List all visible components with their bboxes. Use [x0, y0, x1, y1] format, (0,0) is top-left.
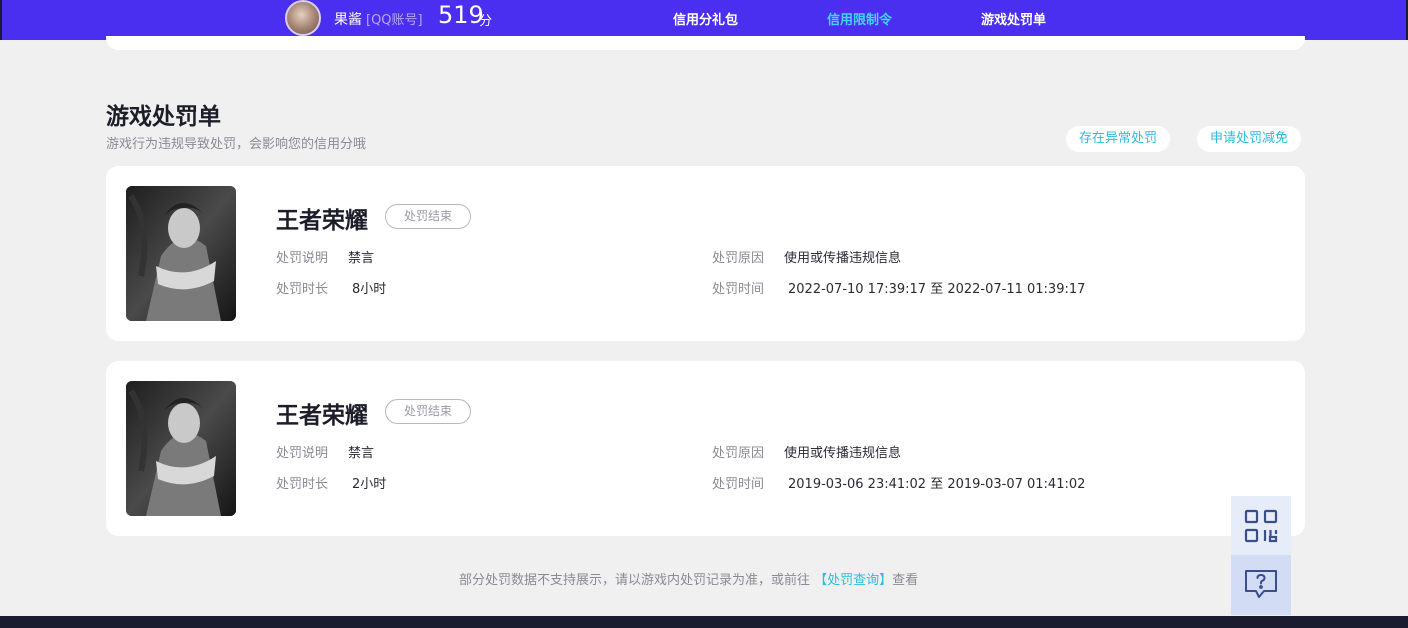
penalty-reason-label: 处罚原因: [712, 446, 765, 461]
penalty-reason-value: 使用或传播违规信息: [784, 251, 902, 266]
feedback-button[interactable]: [1231, 555, 1291, 615]
penalty-duration-value: 2小时: [352, 477, 387, 492]
account-type-tag: [QQ账号]: [366, 13, 423, 28]
penalty-duration-label: 处罚时长: [276, 477, 329, 492]
penalty-reason-label: 处罚原因: [712, 251, 765, 266]
penalty-time-label: 处罚时间: [712, 282, 765, 297]
penalty-time-label: 处罚时间: [712, 477, 765, 492]
penalty-desc-value: 禁言: [348, 251, 375, 266]
nav-credit-restriction[interactable]: 信用限制令: [827, 9, 892, 28]
footer-note-text: 部分处罚数据不支持展示，请以游戏内处罚记录为准，或前往: [459, 573, 811, 588]
penalty-duration-value: 8小时: [352, 282, 387, 297]
abnormal-penalty-button[interactable]: 存在异常处罚: [1066, 126, 1171, 152]
qr-code-button[interactable]: [1231, 496, 1291, 556]
bottom-bar: [0, 616, 1408, 628]
nav-credit-gift[interactable]: 信用分礼包: [673, 9, 738, 28]
penalty-query-link[interactable]: 【处罚查询】: [814, 573, 892, 588]
penalty-record-card: 王者荣耀 处罚结束 处罚说明 禁言 处罚原因 使用或传播违规信息 处罚时长 8小…: [106, 166, 1305, 341]
game-hero-image: [126, 381, 236, 516]
penalty-time-value: 2019-03-06 23:41:02 至 2019-03-07 01:41:0…: [788, 477, 1086, 492]
penalty-desc-label: 处罚说明: [276, 446, 329, 461]
section-title: 游戏处罚单: [106, 104, 221, 130]
penalty-duration-label: 处罚时长: [276, 282, 329, 297]
section-subtitle: 游戏行为违规导致处罚，会影响您的信用分哦: [106, 137, 367, 152]
penalty-desc-label: 处罚说明: [276, 251, 329, 266]
nav-game-penalty[interactable]: 游戏处罚单: [981, 9, 1046, 28]
qr-code-icon: [1244, 509, 1278, 543]
footer-note: 部分处罚数据不支持展示，请以游戏内处罚记录为准，或前往 【处罚查询】查看: [459, 569, 918, 588]
credit-score-unit: 分: [479, 14, 493, 29]
username: 果酱: [334, 12, 362, 28]
footer-note-suffix: 查看: [892, 573, 919, 588]
avatar[interactable]: [285, 0, 321, 36]
apply-reduction-button[interactable]: 申请处罚减免: [1197, 126, 1302, 152]
game-name: 王者荣耀: [276, 208, 368, 234]
game-hero-image: [126, 186, 236, 321]
penalty-desc-value: 禁言: [348, 446, 375, 461]
top-nav-bar: 果酱 [QQ账号] 519 分 信用分礼包 信用限制令 游戏处罚单: [0, 0, 1408, 40]
status-badge: 处罚结束: [385, 399, 471, 424]
previous-card-bottom: [106, 36, 1305, 50]
penalty-time-value: 2022-07-10 17:39:17 至 2022-07-11 01:39:1…: [788, 282, 1086, 297]
penalty-record-card: 王者荣耀 处罚结束 处罚说明 禁言 处罚原因 使用或传播违规信息 处罚时长 2小…: [106, 361, 1305, 536]
credit-score: 519: [438, 1, 484, 29]
penalty-reason-value: 使用或传播违规信息: [784, 446, 902, 461]
game-name: 王者荣耀: [276, 403, 368, 429]
status-badge: 处罚结束: [385, 204, 471, 229]
feedback-question-icon: [1245, 570, 1277, 598]
